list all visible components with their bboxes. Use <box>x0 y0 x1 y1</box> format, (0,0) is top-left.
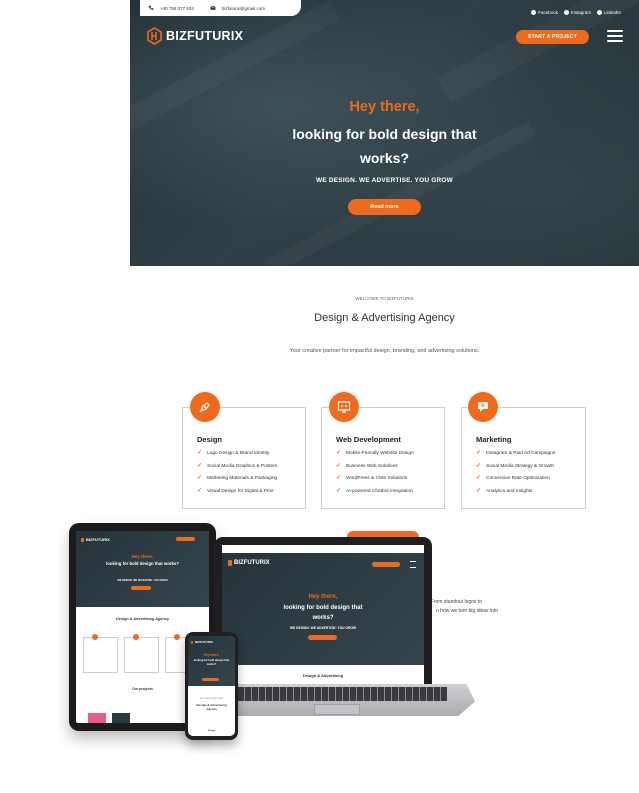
instagram-icon <box>563 10 569 15</box>
card-list: ✓ Logo Design & Brand Identity ✓ Social Me… <box>197 450 278 501</box>
intro-eyebrow: WELCOME TO BIZFUTURIX <box>355 296 414 301</box>
intro-description: Your creative partner for impactful desi… <box>289 348 480 354</box>
list-item: ✓ Visual Design for Digital & Print <box>197 487 274 494</box>
card-title: Web Development <box>336 435 401 444</box>
list-item: ✓ Analytics and Insights <box>476 487 533 494</box>
card-list: ✓ Mobile-Friendly Website Design ✓ Busines… <box>336 450 414 501</box>
contact-phone[interactable]: +40 758 077 624 <box>160 6 194 11</box>
list-item: ✓ Logo Design & Brand Identity <box>197 450 270 456</box>
service-card-marketing: Marketing ✓ Instagram & Paid Ad Campaigns… <box>461 407 586 509</box>
list-item: ✓ Social Media Graphics & Posters <box>197 462 278 469</box>
list-item: ✓ Marketing Materials & Packaging <box>197 475 278 481</box>
linkedin-icon <box>596 10 602 15</box>
social-instagram[interactable]: Instagram <box>563 10 591 15</box>
hero-greeting: Hey there, <box>349 99 420 115</box>
social-links: Facebook Instagram LinkedIn <box>531 10 621 15</box>
list-item: ✓ Mobile-Friendly Website Design <box>336 450 414 456</box>
phone-mockup: BIZFUTURIX Hey there, looking for bold d… <box>185 632 238 740</box>
logo-text: BIZFUTURIX <box>166 29 244 43</box>
web-monitor-icon <box>329 392 359 422</box>
hero-subtitle: WE DESIGN. WE ADVERTISE. YOU GROW <box>316 177 453 184</box>
service-card-web: Web Development ✓ Mobile-Friendly Website… <box>321 407 445 509</box>
laptop-screen: BIZFUTURIX Hey there, looking for bold d… <box>222 545 424 685</box>
megaphone-icon <box>468 392 498 422</box>
menu-icon[interactable] <box>607 30 623 43</box>
contact-bar: +40 758 077 624 bizfuturix@gmail.com <box>140 0 301 16</box>
start-project-button[interactable]: START A PROJECT <box>516 30 589 44</box>
phone-screen: BIZFUTURIX Hey there, looking for bold d… <box>188 636 235 736</box>
list-item: ✓ Business Web Solutions <box>336 462 398 469</box>
social-linkedin[interactable]: LinkedIn <box>596 10 621 15</box>
laptop-mockup: BIZFUTURIX Hey there, looking for bold d… <box>214 537 432 687</box>
list-item: ✓ Conversion Rate Optimization <box>476 475 550 481</box>
behind-text-2: n how we turn big ideas into <box>436 608 498 614</box>
contact-email[interactable]: bizfuturix@gmail.com <box>222 6 265 11</box>
service-card-design: Design ✓ Logo Design & Brand Identity ✓ So… <box>182 407 306 509</box>
card-title: Marketing <box>476 435 512 444</box>
list-item: ✓ WordPress & CMS Solutions <box>336 475 408 481</box>
list-item: ✓ Social Media Strategy & Growth <box>476 462 555 469</box>
social-facebook[interactable]: Facebook <box>531 10 558 15</box>
read-more-button[interactable]: Read more <box>348 199 421 215</box>
card-title: Design <box>197 435 223 444</box>
logo-mark-icon <box>147 27 162 45</box>
pen-tool-icon <box>190 392 220 422</box>
site-logo[interactable]: BIZFUTURIX <box>147 27 243 45</box>
list-item: ✓ Instagram & Paid Ad Campaigns <box>476 450 556 456</box>
email-icon <box>210 6 216 10</box>
intro-title: Design & Advertising Agency <box>314 312 455 324</box>
phone-icon <box>148 5 154 10</box>
card-list: ✓ Instagram & Paid Ad Campaigns ✓ Social M… <box>476 450 556 501</box>
list-item: ✓ AI-powered Chatbot Integration <box>336 487 413 494</box>
facebook-icon <box>531 10 537 15</box>
hero-title: looking for bold design that works? <box>292 126 477 166</box>
hero-section: Facebook Instagram LinkedIn BIZFUTURIX S… <box>130 0 639 266</box>
